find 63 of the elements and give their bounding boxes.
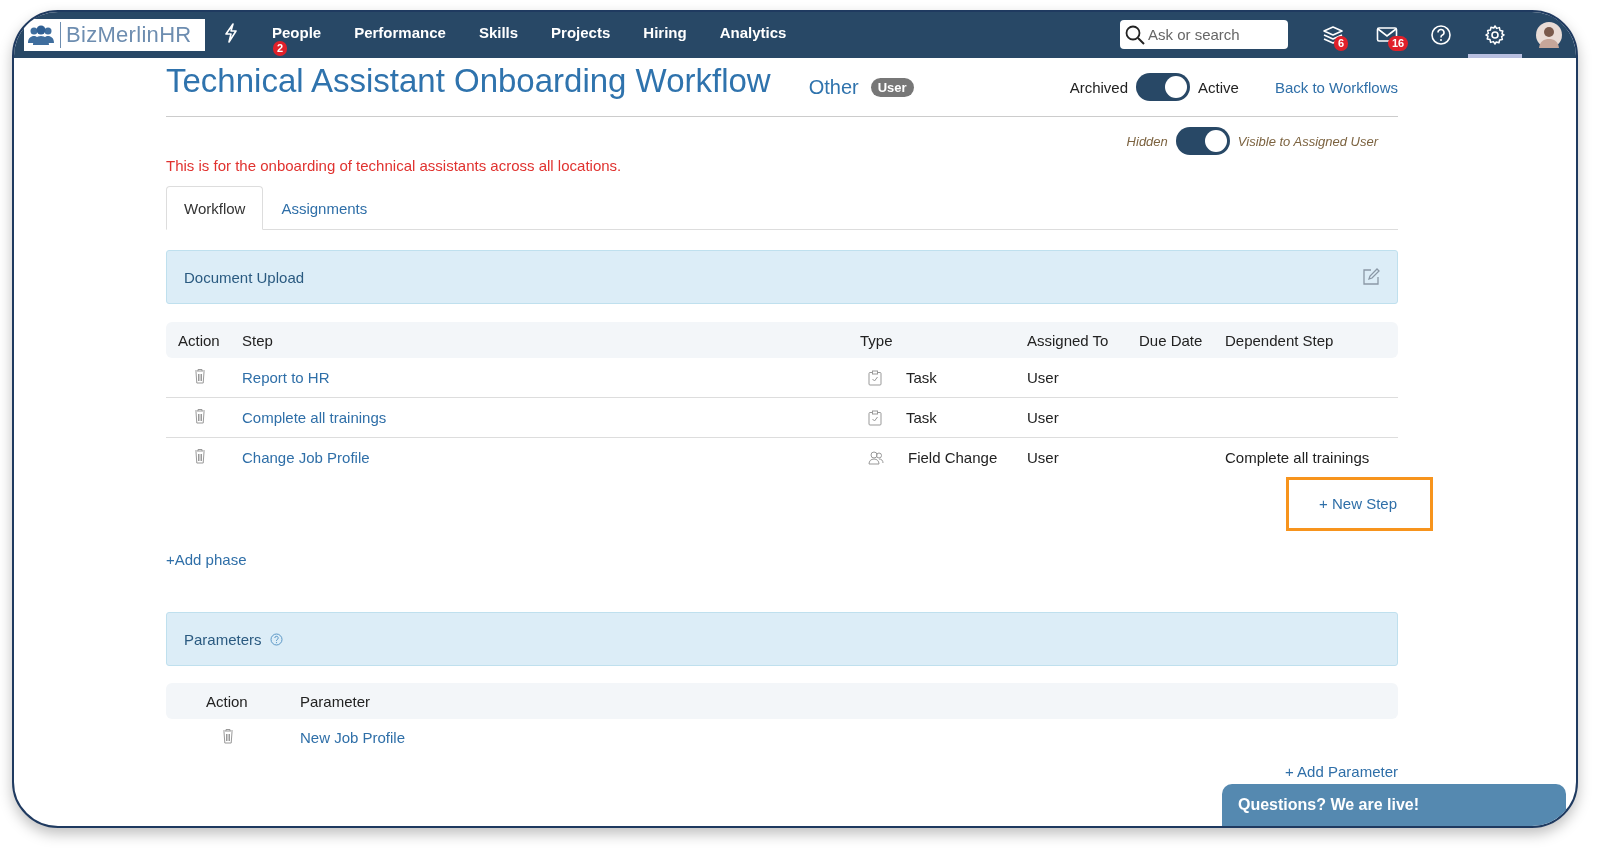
avatar-icon[interactable] (1536, 22, 1562, 48)
lightning-icon[interactable] (224, 23, 238, 43)
nav-link[interactable]: Analytics (719, 24, 787, 41)
column-header: Action (205, 692, 249, 710)
column-header: Type (860, 331, 894, 349)
table-cell-text: Complete all trainings (1225, 449, 1371, 466)
category-label: Other (808, 75, 859, 99)
column-header: Assigned To (1027, 331, 1110, 349)
phase-title: Document Upload (184, 268, 305, 286)
logo[interactable]: BizMerlinHR (24, 19, 205, 51)
trash-icon[interactable] (194, 368, 206, 384)
tab[interactable]: Workflow (166, 186, 264, 230)
step-link[interactable]: Complete all trainings (242, 409, 387, 426)
parameter-link[interactable]: New Job Profile (300, 729, 406, 746)
tab[interactable]: Assignments (263, 186, 386, 230)
type-text: Task (906, 409, 937, 426)
column-header: Due Date (1139, 331, 1204, 349)
status-toggle[interactable] (1136, 73, 1191, 101)
back-link[interactable]: Back to Workflows (1274, 78, 1398, 96)
type-text: Field Change (908, 449, 998, 466)
count-badge: 16 (1388, 36, 1409, 51)
clipboard-check-icon (868, 369, 882, 386)
people-group-icon (28, 25, 54, 45)
table-cell-text: User (1027, 449, 1060, 466)
trash-icon[interactable] (194, 448, 206, 464)
nav-link[interactable]: Skills (478, 24, 519, 41)
table-cell-text: User (1027, 369, 1060, 386)
table-cell-text: User (1027, 409, 1060, 426)
step-link[interactable]: Change Job Profile (242, 449, 370, 466)
count-badge: 6 (1334, 36, 1349, 51)
search-field[interactable]: Ask or search (1120, 19, 1288, 49)
nav-link[interactable]: Performance (354, 24, 446, 41)
column-header: Action (177, 331, 221, 349)
count-badge: 2 (273, 41, 288, 56)
clipboard-check-icon (868, 409, 882, 426)
logo-text: BizMerlinHR (60, 22, 192, 48)
type-text: Task (906, 369, 937, 386)
page-title: Technical Assistant Onboarding Workflow (166, 62, 771, 100)
users-icon (868, 450, 884, 465)
add-parameter-link[interactable]: + Add Parameter (1285, 763, 1398, 780)
toggle-label: Visible to Assigned User (1237, 133, 1378, 149)
nav-link[interactable]: Projects (551, 24, 611, 41)
column-header: Parameter (300, 692, 371, 710)
visibility-toggle[interactable] (1175, 127, 1230, 155)
nav-link[interactable]: Hiring (643, 24, 687, 41)
new-step-link[interactable]: + New Step (1286, 477, 1433, 531)
trash-icon[interactable] (194, 408, 206, 424)
nav-link[interactable]: People (272, 24, 322, 41)
column-header: Step (242, 331, 274, 349)
parameters-title: Parameters (184, 630, 262, 648)
column-header: Dependent Step (1225, 331, 1335, 349)
trash-icon[interactable] (222, 728, 234, 744)
settings-icon[interactable] (1484, 24, 1506, 46)
chat-widget[interactable]: Questions? We are live! (1222, 784, 1566, 826)
description-text: This is for the onboarding of technical assistants across all locations. (166, 157, 623, 174)
user-badge: User (870, 77, 914, 97)
step-link[interactable]: Report to HR (242, 369, 330, 386)
search-icon (1125, 24, 1145, 45)
toggle-label: Active (1198, 78, 1239, 96)
toggle-label: Archived (1069, 78, 1129, 96)
add-phase-link[interactable]: +Add phase (166, 551, 247, 568)
layers-icon[interactable] (1322, 25, 1344, 45)
toggle-label: Hidden (1126, 133, 1168, 149)
